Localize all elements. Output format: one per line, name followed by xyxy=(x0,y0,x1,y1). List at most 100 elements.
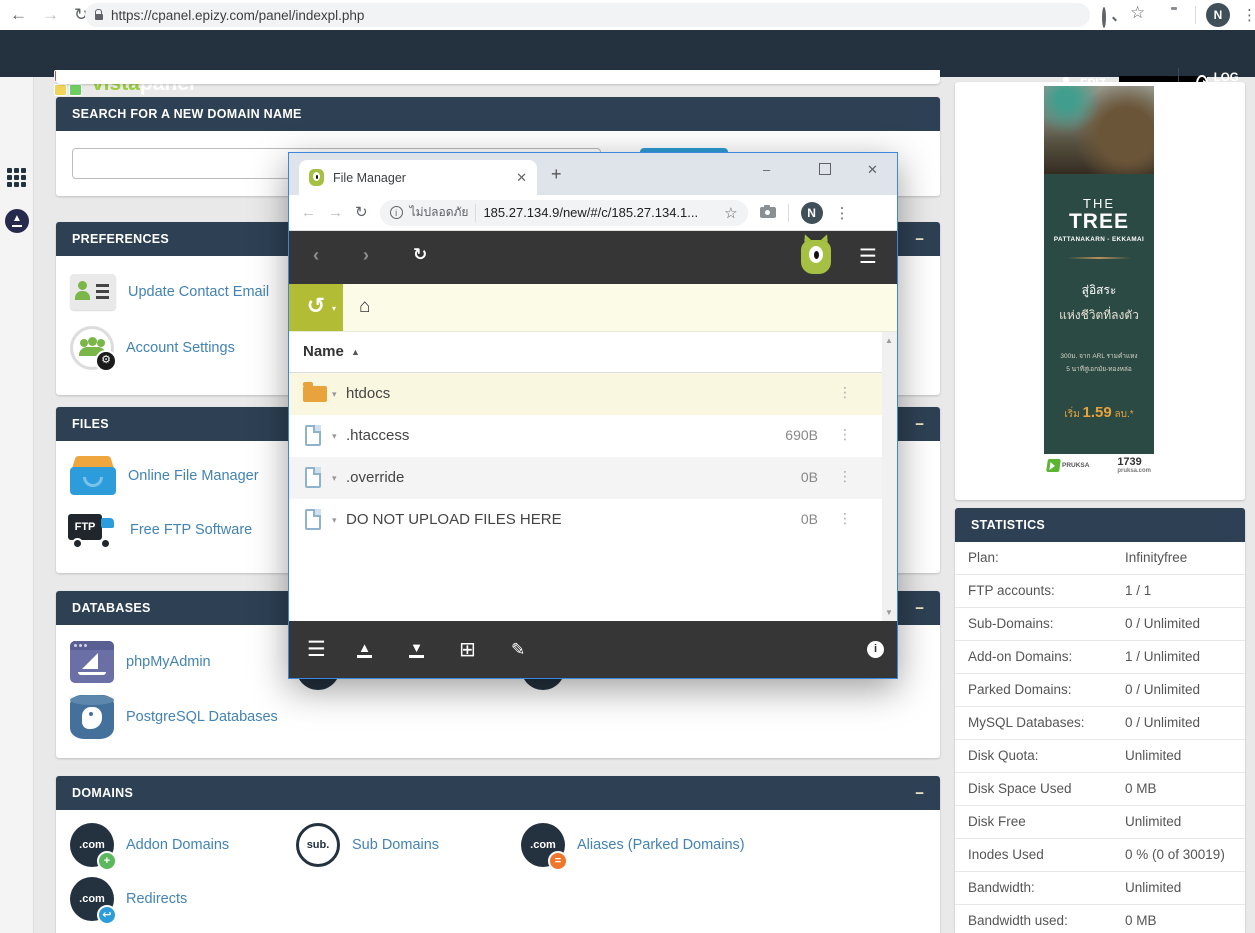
chevron-down-icon[interactable]: ▾ xyxy=(332,473,337,484)
aliases-link[interactable]: Aliases (Parked Domains) xyxy=(577,837,745,853)
files-title: FILES xyxy=(72,417,109,431)
file-row-override[interactable]: ▾ .override 0B ⋮ xyxy=(289,457,882,499)
breadcrumb-bar: ↺▾ ⌂ xyxy=(289,284,897,332)
upload-shortcut-icon[interactable]: ▲ xyxy=(5,209,29,233)
list-item[interactable]: .com+ Addon Domains xyxy=(70,823,229,867)
collapse-icon[interactable]: − xyxy=(915,417,924,432)
sub-domains-link[interactable]: Sub Domains xyxy=(352,837,439,853)
list-item[interactable]: Online File Manager xyxy=(70,455,259,497)
actions-menu-icon[interactable]: ☰ xyxy=(307,621,326,678)
new-item-icon[interactable]: ⊞ xyxy=(459,621,476,678)
popup-address-bar: ← → ↻ i ไม่ปลอดภัย 185.27.134.9/new/#/c/… xyxy=(289,195,897,231)
list-item[interactable]: Update Contact Email xyxy=(70,274,269,310)
statistics-header: STATISTICS xyxy=(955,508,1245,542)
chevron-down-icon[interactable]: ▾ xyxy=(332,515,337,526)
file-name[interactable]: htdocs xyxy=(346,385,390,402)
back-icon[interactable]: ← xyxy=(10,0,27,30)
nav-back-icon[interactable]: ‹ xyxy=(313,245,319,266)
name-header-label[interactable]: Name xyxy=(303,343,344,360)
row-menu-icon[interactable]: ⋮ xyxy=(838,510,852,527)
reload-icon[interactable]: ↻ xyxy=(355,198,368,228)
file-row-htaccess[interactable]: ▾ .htaccess 690B ⋮ xyxy=(289,415,882,457)
scroll-up-icon[interactable]: ▲ xyxy=(885,336,893,345)
new-tab-icon[interactable]: + xyxy=(551,164,562,185)
update-contact-email-link[interactable]: Update Contact Email xyxy=(128,284,269,300)
back-icon[interactable]: ← xyxy=(301,198,316,228)
list-item[interactable]: FTP Free FTP Software xyxy=(68,510,252,550)
nav-forward-icon[interactable]: › xyxy=(363,245,369,266)
download-icon[interactable]: ▼ xyxy=(409,621,424,678)
online-file-manager-link[interactable]: Online File Manager xyxy=(128,468,259,484)
chevron-down-icon[interactable]: ▾ xyxy=(332,431,337,442)
browser-menu-icon[interactable]: ⋮ xyxy=(1242,6,1255,24)
stat-row: Disk FreeUnlimited xyxy=(955,806,1245,839)
edit-icon[interactable]: ✎ xyxy=(511,621,525,678)
list-item[interactable]: .com↩ Redirects xyxy=(70,877,187,921)
scrollbar[interactable]: ▲ ▼ xyxy=(882,332,897,621)
list-item[interactable]: PostgreSQL Databases xyxy=(70,695,278,739)
file-row-do-not-upload[interactable]: ▾ DO NOT UPLOAD FILES HERE 0B ⋮ xyxy=(289,499,882,541)
window-minimize-icon[interactable]: – xyxy=(763,163,770,176)
browser-menu-icon[interactable]: ⋮ xyxy=(835,204,850,222)
account-settings-link[interactable]: Account Settings xyxy=(126,340,235,356)
stat-row: Bandwidth:Unlimited xyxy=(955,872,1245,905)
browser-toolbar: ← → ↻ https://cpanel.epizy.com/panel/ind… xyxy=(0,0,1255,31)
name-column-header[interactable]: Name ▲ xyxy=(289,332,882,373)
addon-domains-link[interactable]: Addon Domains xyxy=(126,837,229,853)
scroll-down-icon[interactable]: ▼ xyxy=(885,608,893,617)
bookmark-star-icon[interactable]: ☆ xyxy=(724,204,737,222)
file-manager-toolbar: ‹ › ↻ ☰ xyxy=(289,231,897,284)
screenshot-camera-icon[interactable] xyxy=(760,207,776,218)
redirects-link[interactable]: Redirects xyxy=(126,891,187,907)
window-close-icon[interactable]: ✕ xyxy=(867,163,878,176)
ad-footer: PRUKSA 1739pruksa.com xyxy=(1044,454,1154,476)
postgresql-databases-link[interactable]: PostgreSQL Databases xyxy=(126,709,278,725)
monsta-logo-icon[interactable] xyxy=(801,240,831,274)
bookmark-star-icon[interactable]: ☆ xyxy=(1130,3,1145,23)
list-item[interactable]: ⚙ Account Settings xyxy=(70,326,235,370)
forward-icon[interactable]: → xyxy=(42,0,59,30)
refresh-icon[interactable]: ↻ xyxy=(413,245,427,265)
monsta-favicon xyxy=(309,169,324,186)
popup-omnibox[interactable]: i ไม่ปลอดภัย 185.27.134.9/new/#/c/185.27… xyxy=(380,200,748,226)
history-button[interactable]: ↺▾ xyxy=(289,284,343,331)
window-maximize-icon[interactable] xyxy=(819,163,831,175)
tab-close-icon[interactable]: ✕ xyxy=(516,170,527,186)
app-grid-icon[interactable] xyxy=(7,168,28,189)
forward-icon[interactable]: → xyxy=(328,198,343,228)
row-menu-icon[interactable]: ⋮ xyxy=(838,384,852,401)
row-menu-icon[interactable]: ⋮ xyxy=(838,468,852,485)
file-row-htdocs[interactable]: ▾ htdocs ⋮ xyxy=(289,373,882,415)
home-icon[interactable]: ⌂ xyxy=(359,296,370,318)
popup-url-text[interactable]: 185.27.134.9/new/#/c/185.27.134.1... xyxy=(483,205,698,220)
profile-avatar[interactable]: N xyxy=(1206,3,1230,27)
advertisement[interactable]: THE TREE PATTANAKARN - EKKAMAI สู่อิสระ … xyxy=(1044,86,1154,476)
info-icon[interactable]: i xyxy=(867,621,884,678)
collapse-icon[interactable]: − xyxy=(915,232,924,247)
file-name[interactable]: .override xyxy=(346,469,404,486)
list-item[interactable]: .com= Aliases (Parked Domains) xyxy=(521,823,745,867)
zoom-icon[interactable] xyxy=(1102,7,1106,28)
profile-avatar[interactable]: N xyxy=(801,202,823,224)
file-name[interactable]: .htaccess xyxy=(346,427,409,444)
row-menu-icon[interactable]: ⋮ xyxy=(838,426,852,443)
upload-icon[interactable]: ▲ xyxy=(357,621,372,678)
info-icon[interactable]: i xyxy=(390,206,403,219)
file-manager-tab[interactable]: File Manager ✕ xyxy=(299,160,537,195)
window-tabstrip[interactable]: File Manager ✕ + – ✕ xyxy=(289,153,897,195)
list-item[interactable]: phpMyAdmin xyxy=(70,641,211,683)
plus-badge-icon: + xyxy=(97,851,117,871)
collapse-icon[interactable]: − xyxy=(915,601,924,616)
menu-icon[interactable]: ☰ xyxy=(859,244,877,269)
phpmyadmin-link[interactable]: phpMyAdmin xyxy=(126,654,211,670)
free-ftp-software-link[interactable]: Free FTP Software xyxy=(130,522,252,538)
ad-thai-line: 300ม. จาก ARL รามคำแหง xyxy=(1044,351,1154,361)
list-item[interactable]: sub. Sub Domains xyxy=(296,823,439,867)
collapse-icon[interactable]: − xyxy=(915,786,924,801)
chevron-down-icon[interactable]: ▾ xyxy=(332,389,337,400)
redirects-icon: .com↩ xyxy=(70,877,114,921)
url-text[interactable]: https://cpanel.epizy.com/panel/indexpl.p… xyxy=(111,8,364,23)
file-name[interactable]: DO NOT UPLOAD FILES HERE xyxy=(346,511,562,528)
ad-divider xyxy=(1067,257,1131,259)
address-bar[interactable]: https://cpanel.epizy.com/panel/indexpl.p… xyxy=(85,3,1090,27)
